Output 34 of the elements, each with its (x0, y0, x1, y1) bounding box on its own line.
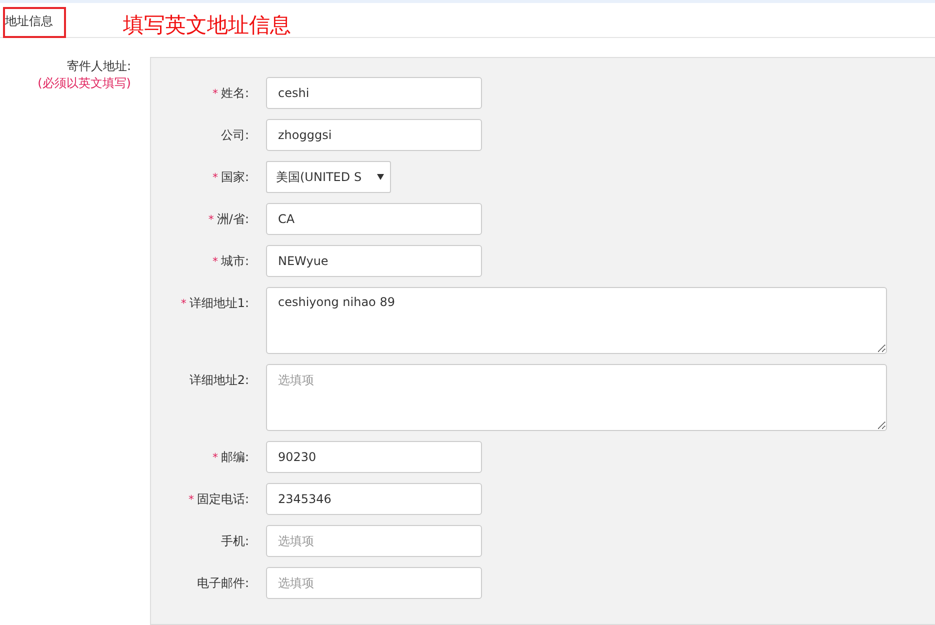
required-mark: * (188, 492, 194, 506)
caret-icon (377, 174, 384, 180)
text-field[interactable]: 2345346 (266, 483, 482, 515)
required-mark: * (180, 296, 186, 310)
field-label: 详细地址2: (189, 372, 249, 388)
field-label: 邮编: (220, 448, 249, 466)
country-dropdown[interactable]: 美国(UNITED S (266, 161, 391, 193)
field-label: 国家: (220, 168, 249, 186)
required-mark: * (212, 450, 218, 464)
field-label: 固定电话: (196, 490, 249, 508)
field-label: 详细地址1: (189, 294, 249, 312)
field-label: 城市: (220, 252, 249, 270)
text-field[interactable]: zhogggsi (266, 119, 482, 151)
required-mark: * (212, 86, 218, 100)
text-field[interactable]: ceshi (266, 77, 482, 109)
section-title: 地址信息 (3, 7, 66, 38)
required-mark: * (212, 254, 218, 268)
field-label: 姓名: (220, 84, 249, 102)
text-field[interactable]: 90230 (266, 441, 482, 473)
field-label: 手机: (220, 532, 249, 550)
field-label: 公司: (220, 126, 249, 144)
required-mark: * (208, 212, 214, 226)
required-mark: * (212, 170, 218, 184)
field-label: 洲/省: (216, 210, 249, 228)
text-area[interactable]: ceshiyong nihao 89 (266, 287, 887, 354)
text-area[interactable]: 选填项 (266, 364, 887, 431)
group-label: 寄件人地址: (66, 58, 131, 75)
group-note: (必须以英文填写) (38, 75, 131, 92)
text-field[interactable]: 选填项 (266, 525, 482, 557)
text-field[interactable]: NEWyue (266, 245, 482, 277)
annotation-text: 填写英文地址信息 (123, 12, 291, 38)
field-label: 电子邮件: (196, 574, 249, 592)
text-field[interactable]: 选填项 (266, 567, 482, 599)
text-field[interactable]: CA (266, 203, 482, 235)
